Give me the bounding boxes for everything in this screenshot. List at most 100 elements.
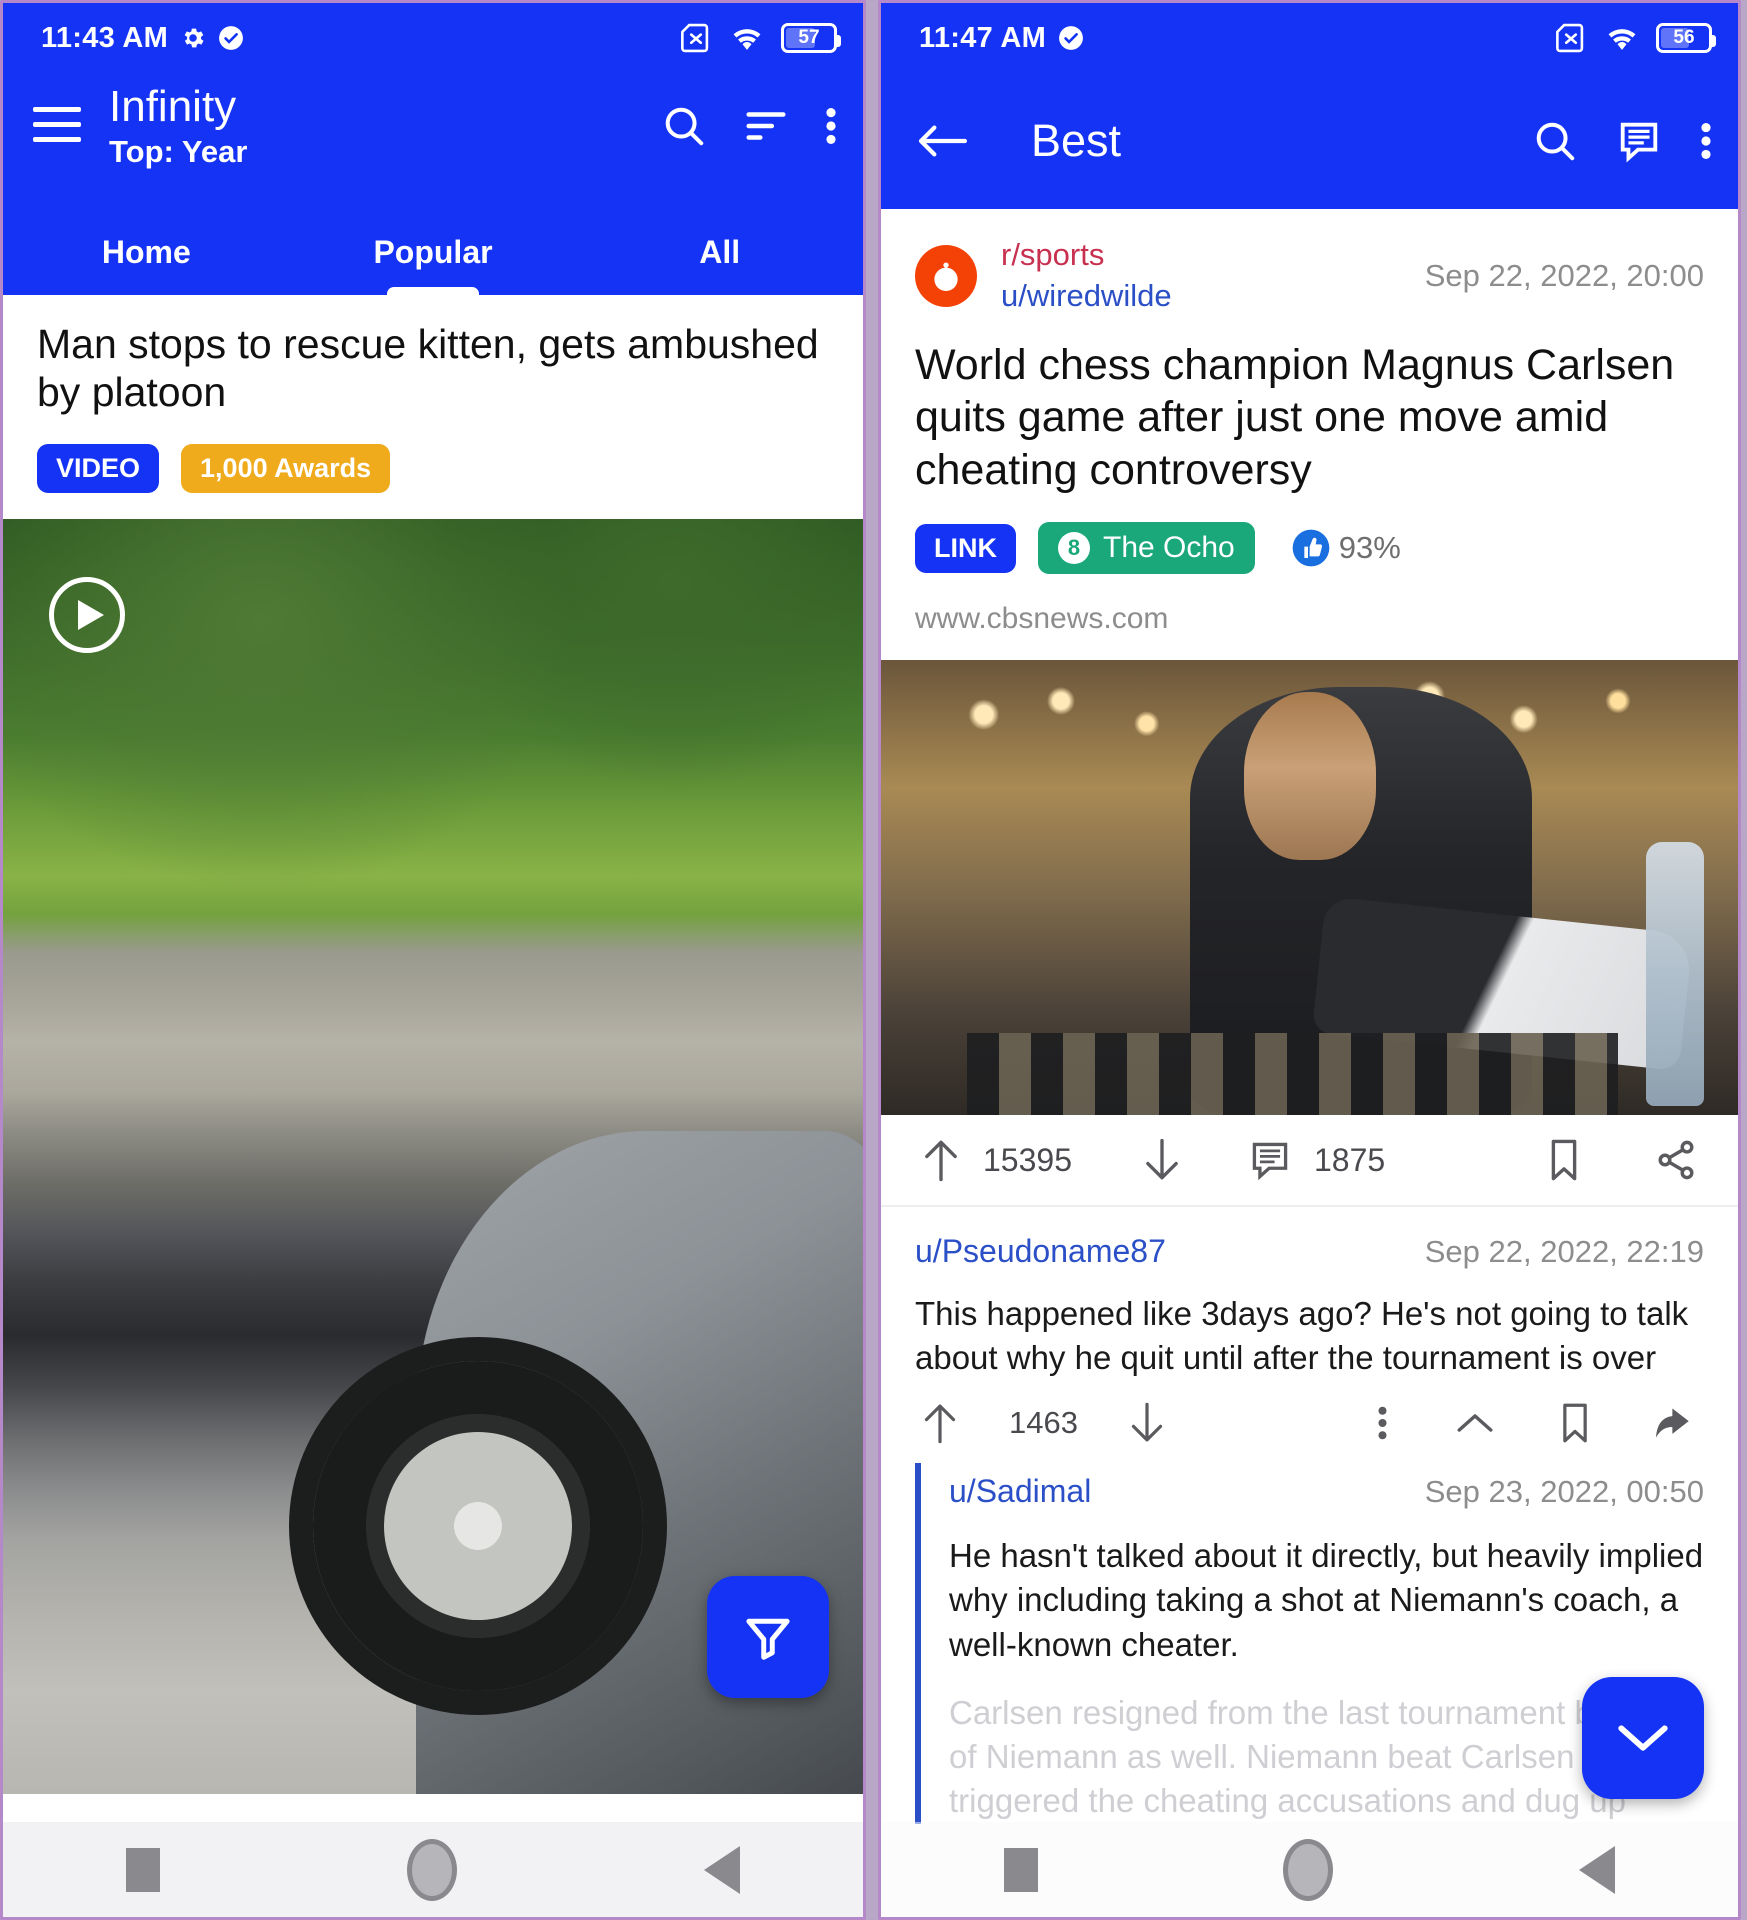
post-action-bar: 15395 1875 xyxy=(881,1115,1738,1207)
nav-home-circle-icon[interactable] xyxy=(1283,1839,1333,1901)
wifi-icon xyxy=(1604,24,1640,52)
comments-button[interactable]: 1875 xyxy=(1248,1138,1385,1182)
reddit-snoo-avatar[interactable] xyxy=(915,245,977,307)
share-icon[interactable] xyxy=(1654,1138,1698,1182)
comment-box-icon[interactable] xyxy=(1616,118,1662,164)
upvote-ratio: 93% xyxy=(1291,528,1401,568)
post-title[interactable]: Man stops to rescue kitten, gets ambushe… xyxy=(3,295,863,416)
tab-home[interactable]: Home xyxy=(3,209,290,295)
reply-timestamp: Sep 23, 2022, 00:50 xyxy=(1425,1474,1704,1510)
battery-icon: 57 xyxy=(781,23,837,53)
nav-back-triangle-icon[interactable] xyxy=(704,1846,740,1894)
arrow-down-icon[interactable] xyxy=(1128,1401,1166,1445)
comment-count: 1875 xyxy=(1314,1142,1385,1179)
status-time: 11:47 AM xyxy=(919,22,1046,55)
dual-screenshot-container: 11:43 AM xyxy=(0,0,1747,1920)
bookmark-icon[interactable] xyxy=(1558,1401,1592,1445)
more-vertical-icon[interactable] xyxy=(825,103,837,149)
tab-home-label: Home xyxy=(102,234,191,271)
author-link[interactable]: u/wiredwilde xyxy=(1001,276,1172,317)
post-domain[interactable]: www.cbsnews.com xyxy=(881,574,1738,660)
bottle-shape xyxy=(1646,842,1704,1106)
status-bar-left-group-r: 11:47 AM xyxy=(919,22,1084,55)
more-vertical-icon[interactable] xyxy=(1700,118,1712,164)
tab-popular[interactable]: Popular xyxy=(290,209,577,295)
arrow-up-icon xyxy=(921,1137,961,1183)
tab-all[interactable]: All xyxy=(576,209,863,295)
rim-shape xyxy=(384,1432,572,1620)
phone-screen-left: 11:43 AM xyxy=(0,0,866,1920)
gear-icon xyxy=(180,25,206,51)
badge-flair-ocho[interactable]: 8 The Ocho xyxy=(1038,522,1255,574)
app-bar-left: Infinity Top: Year xyxy=(3,73,863,209)
battery-level: 57 xyxy=(798,27,819,49)
play-circle-icon[interactable] xyxy=(49,577,125,653)
no-sim-icon xyxy=(679,23,713,53)
system-nav-bar-left xyxy=(3,1822,863,1917)
badge-video[interactable]: VIDEO xyxy=(37,444,159,493)
nav-back-triangle-icon[interactable] xyxy=(1579,1846,1615,1894)
top-comment: u/Pseudoname87 Sep 22, 2022, 22:19 This … xyxy=(881,1207,1738,1379)
sort-icon[interactable] xyxy=(743,103,789,149)
tab-popular-label: Popular xyxy=(373,234,492,271)
post-score: 15395 xyxy=(983,1142,1072,1179)
chevron-up-icon[interactable] xyxy=(1454,1408,1496,1438)
page-title: Best xyxy=(1031,115,1498,167)
head-shape xyxy=(1244,692,1376,860)
bookmark-icon[interactable] xyxy=(1546,1137,1582,1183)
eight-ball-icon: 8 xyxy=(1058,532,1090,564)
upvote-button[interactable]: 15395 xyxy=(921,1137,1072,1183)
filter-funnel-icon[interactable] xyxy=(707,1576,829,1698)
status-bar-right-group-r: 56 xyxy=(1554,23,1712,53)
arrow-down-icon[interactable] xyxy=(1142,1137,1182,1183)
check-circle-icon xyxy=(218,25,244,51)
post-title[interactable]: World chess champion Magnus Carlsen quit… xyxy=(881,317,1738,496)
chessboard-shape xyxy=(967,1033,1618,1115)
search-icon[interactable] xyxy=(1532,118,1578,164)
reply-author-link[interactable]: u/Sadimal xyxy=(949,1473,1091,1510)
comment-body: This happened like 3days ago? He's not g… xyxy=(915,1270,1704,1379)
hamburger-menu-icon[interactable] xyxy=(33,107,81,152)
no-sim-icon xyxy=(1554,23,1588,53)
tab-all-label: All xyxy=(699,234,740,271)
phone-screen-right: 11:47 AM 56 xyxy=(878,0,1741,1920)
system-nav-bar-right xyxy=(881,1822,1738,1917)
status-bar-left: 11:43 AM xyxy=(3,3,863,73)
battery-level: 56 xyxy=(1673,27,1694,49)
status-time: 11:43 AM xyxy=(41,22,168,55)
comment-header: u/Pseudoname87 Sep 22, 2022, 22:19 xyxy=(915,1233,1704,1270)
post-timestamp: Sep 22, 2022, 20:00 xyxy=(1425,258,1704,294)
subreddit-link[interactable]: r/sports xyxy=(1001,235,1172,276)
status-bar-right: 11:47 AM 56 xyxy=(881,3,1738,73)
badge-awards[interactable]: 1,000 Awards xyxy=(181,444,390,493)
reply-body: He hasn't talked about it directly, but … xyxy=(949,1510,1738,1667)
nav-recents-square-icon[interactable] xyxy=(1004,1848,1038,1892)
app-bar-right: Best xyxy=(881,73,1738,209)
app-bar-actions-left xyxy=(661,103,837,149)
arrow-back-icon[interactable] xyxy=(917,120,967,162)
page-title: Infinity xyxy=(109,83,661,131)
comment-author-link[interactable]: u/Pseudoname87 xyxy=(915,1233,1166,1270)
wifi-icon xyxy=(729,24,765,52)
post-badges: VIDEO 1,000 Awards xyxy=(3,416,863,519)
arrow-up-icon[interactable] xyxy=(921,1401,959,1445)
wheel-shape xyxy=(313,1361,643,1691)
tab-bar: Home Popular All xyxy=(3,209,863,295)
nav-recents-square-icon[interactable] xyxy=(126,1848,160,1892)
status-bar-right-group: 57 xyxy=(679,23,837,53)
nav-home-circle-icon[interactable] xyxy=(407,1839,457,1901)
post-image-thumbnail[interactable] xyxy=(881,660,1738,1115)
battery-icon: 56 xyxy=(1656,23,1712,53)
post-author-block: r/sports u/wiredwilde xyxy=(1001,235,1172,317)
badge-flair-ocho-label: The Ocho xyxy=(1103,531,1235,565)
post-video-thumbnail[interactable] xyxy=(3,519,863,1794)
more-vertical-icon[interactable] xyxy=(1377,1402,1388,1444)
app-bar-actions-right xyxy=(1532,118,1712,164)
upvote-ratio-value: 93% xyxy=(1339,530,1401,566)
reply-arrow-icon[interactable] xyxy=(1654,1403,1698,1443)
post-meta: r/sports u/wiredwilde Sep 22, 2022, 20:0… xyxy=(881,209,1738,317)
search-icon[interactable] xyxy=(661,103,707,149)
badge-link[interactable]: LINK xyxy=(915,524,1016,573)
status-bar-left-group: 11:43 AM xyxy=(41,22,244,55)
chevron-down-icon[interactable] xyxy=(1582,1677,1704,1799)
